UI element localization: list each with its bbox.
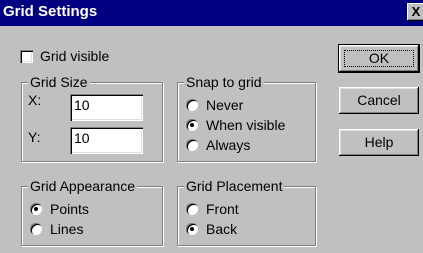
- snap-to-grid-title: Snap to grid: [184, 74, 264, 90]
- y-label: Y:: [28, 129, 41, 145]
- radio-button-icon: [186, 223, 198, 235]
- cancel-button[interactable]: Cancel: [339, 87, 419, 114]
- grid-appearance-title: Grid Appearance: [28, 178, 138, 194]
- close-button[interactable]: X: [407, 3, 423, 21]
- help-button[interactable]: Help: [339, 129, 419, 156]
- appearance-lines-label: Lines: [50, 221, 84, 237]
- appearance-points-label: Points: [50, 201, 89, 217]
- placement-back-label: Back: [206, 221, 238, 237]
- radio-button-icon: [186, 119, 198, 131]
- grid-placement-title: Grid Placement: [184, 178, 285, 194]
- snap-when-visible-label: When visible: [206, 117, 286, 133]
- focus-rectangle: [344, 50, 414, 67]
- snap-always-label: Always: [206, 137, 251, 153]
- grid-size-title: Grid Size: [28, 74, 90, 90]
- window-title: Grid Settings: [3, 3, 98, 20]
- radio-button-icon: [186, 203, 198, 215]
- snap-never-label: Never: [206, 97, 244, 113]
- radio-button-icon: [186, 139, 198, 151]
- radio-button-icon: [30, 203, 42, 215]
- grid-appearance-group: Grid Appearance Points Lines: [21, 178, 163, 246]
- checkbox-box[interactable]: [20, 50, 33, 63]
- x-input[interactable]: 10: [70, 94, 143, 121]
- radio-button-icon: [30, 223, 42, 235]
- grid-size-group: Grid Size X: 10 Y: 10: [21, 74, 163, 162]
- radio-button-icon: [186, 99, 198, 111]
- grid-placement-group: Grid Placement Front Back: [177, 178, 316, 246]
- snap-to-grid-group: Snap to grid Never When visible Always: [177, 74, 316, 162]
- grid-visible-label: Grid visible: [40, 48, 110, 64]
- y-input[interactable]: 10: [70, 127, 143, 154]
- ok-button[interactable]: OK: [338, 44, 420, 73]
- title-bar: Grid Settings X: [0, 0, 423, 26]
- x-label: X:: [28, 92, 42, 108]
- placement-front-label: Front: [206, 201, 239, 217]
